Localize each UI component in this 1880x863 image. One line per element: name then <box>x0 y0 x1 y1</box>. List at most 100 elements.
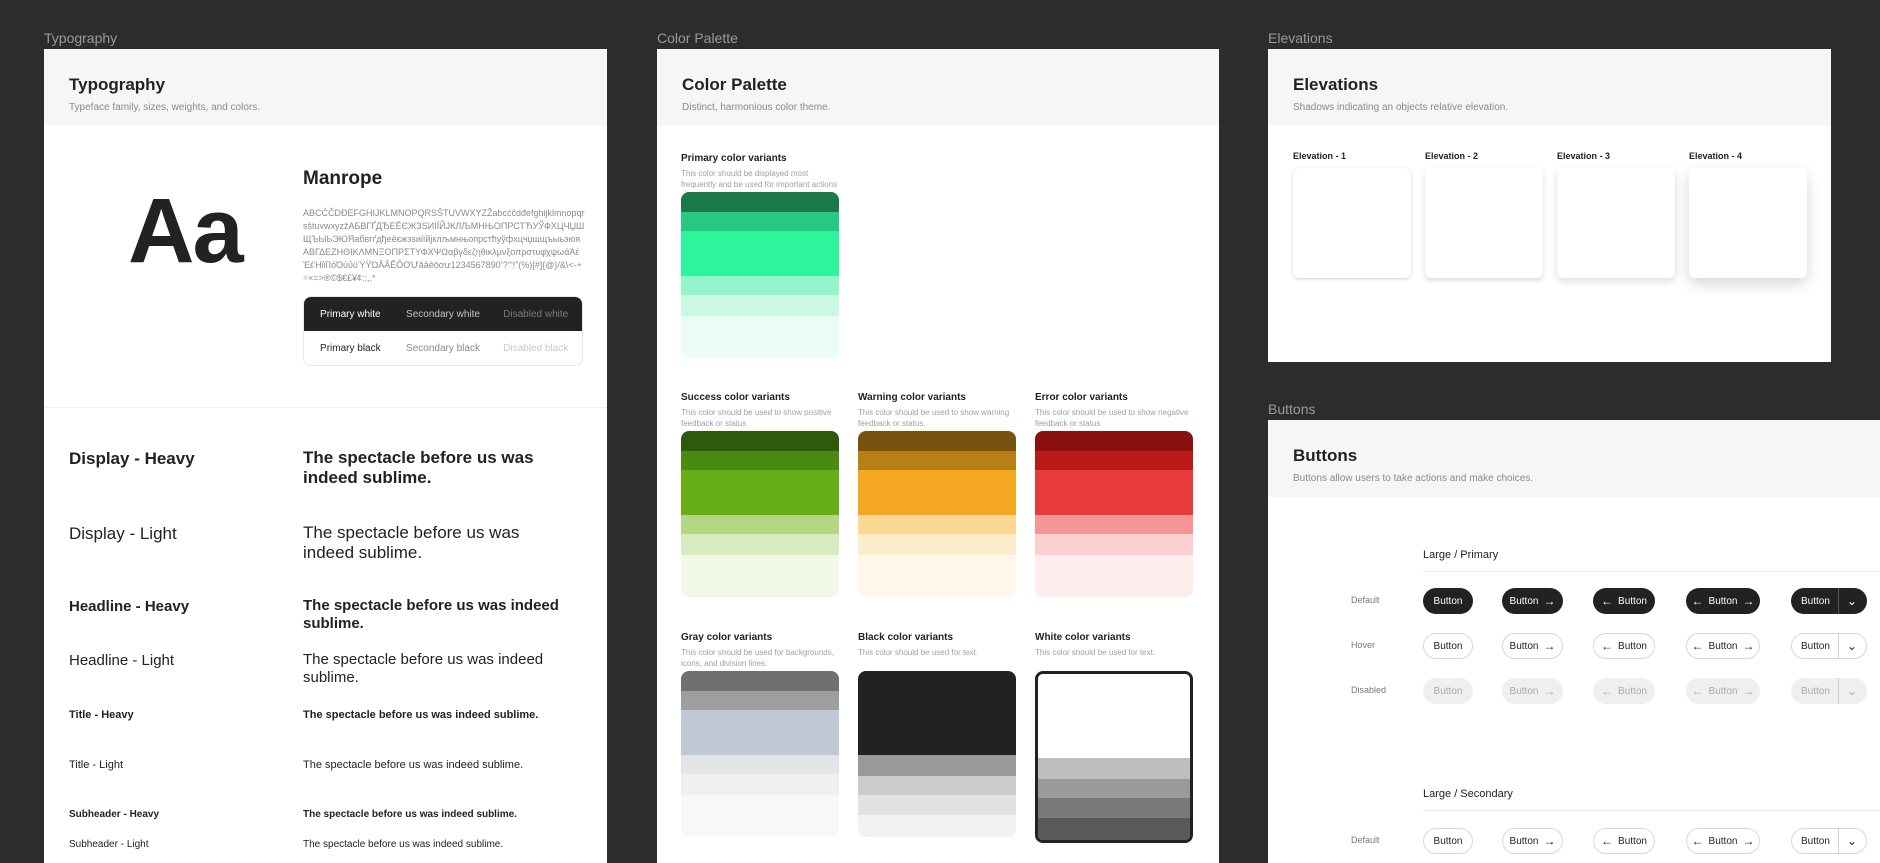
button-hover-leading-arrow[interactable]: ← Button <box>1593 633 1655 659</box>
chevron-down-icon: ⌄ <box>1846 834 1857 848</box>
button-hover-trailing-arrow[interactable]: Button → <box>1502 633 1563 659</box>
button-secondary-default[interactable]: Button <box>1423 828 1473 854</box>
elevation-card <box>1557 168 1675 278</box>
color-swatch <box>681 671 839 691</box>
disabled-white: Disabled white <box>503 308 569 320</box>
buttons-frame-label: Buttons <box>1268 401 1316 417</box>
arrow-right-icon: → <box>1543 639 1556 653</box>
button-primary-leading-arrow[interactable]: ← Button <box>1593 588 1655 614</box>
color-swatch <box>1035 451 1193 470</box>
color-swatch <box>858 815 1016 837</box>
button-primary-split[interactable]: Button ⌄ <box>1791 588 1867 614</box>
button-label: Button <box>1433 835 1463 847</box>
palette-group-title: Primary color variants <box>681 153 787 164</box>
button-primary-trailing-arrow[interactable]: Button → <box>1502 588 1563 614</box>
color-swatch <box>681 515 839 534</box>
button-secondary-split[interactable]: Button ⌄ <box>1791 828 1867 854</box>
palette-group-desc: This color should be used for background… <box>681 648 834 668</box>
color-stack <box>681 431 839 597</box>
elevations-header: Elevations Shadows indicating an objects… <box>1268 49 1831 126</box>
arrow-right-icon: → <box>1742 684 1755 698</box>
color-swatch <box>681 795 839 837</box>
color-swatch <box>858 795 1016 815</box>
disabled-black: Disabled black <box>503 342 569 354</box>
elevation-card <box>1425 168 1543 278</box>
button-secondary-trailing-arrow[interactable]: Button → <box>1502 828 1563 854</box>
glyph-set: ABCĆČDĐEFGHIJKLMNOPQRSŠTUVWXYZŽabcćčdđef… <box>303 208 585 283</box>
color-swatch <box>681 755 839 774</box>
type-style-sample: The spectacle before us was indeed subli… <box>303 651 544 686</box>
color-swatch <box>681 451 839 470</box>
color-swatch <box>1038 674 1190 714</box>
split-divider <box>1837 633 1839 659</box>
palette-group-title: Warning color variants <box>858 392 966 403</box>
button-disabled: Button <box>1423 678 1473 704</box>
palette-group-desc: This color should be displayed most freq… <box>681 169 838 189</box>
arrow-left-icon: ← <box>1691 834 1704 848</box>
palette-group-title: White color variants <box>1035 632 1131 643</box>
text-color-swatches: Primary white Secondary white Disabled w… <box>303 296 583 366</box>
button-label: Button <box>1708 835 1738 847</box>
button-label: Button <box>1618 835 1647 847</box>
secondary-white: Secondary white <box>406 308 480 320</box>
button-label: Button <box>1801 835 1830 847</box>
chevron-down-icon: ⌄ <box>1846 594 1857 608</box>
color-swatch <box>681 192 839 212</box>
button-secondary-both-arrows[interactable]: ← Button → <box>1686 828 1760 854</box>
button-hover-split[interactable]: Button ⌄ <box>1791 633 1867 659</box>
palette-group-white: White color variants This color should b… <box>1035 632 1193 843</box>
typography-title: Typography <box>69 75 166 94</box>
color-swatch <box>681 212 839 231</box>
color-palette-frame-label: Color Palette <box>657 30 738 46</box>
palette-group-desc: This color should be used for text. <box>858 648 979 657</box>
state-default: Default <box>1351 835 1380 845</box>
type-style-sample: The spectacle before us was indeed subli… <box>303 523 520 563</box>
typeface-sample: Aa <box>128 180 244 282</box>
palette-group-title: Error color variants <box>1035 392 1128 403</box>
buttons-title: Buttons <box>1293 446 1358 465</box>
primary-black: Primary black <box>320 342 381 354</box>
elevation-3: Elevation - 3 <box>1557 151 1675 278</box>
type-style-name: Subheader - Light <box>69 839 149 850</box>
type-style-sample: The spectacle before us was indeed subli… <box>303 839 504 850</box>
button-primary-both-arrows[interactable]: ← Button → <box>1686 588 1760 614</box>
color-swatch <box>1038 798 1190 818</box>
primary-white: Primary white <box>320 308 381 320</box>
type-style-name: Title - Light <box>69 759 124 771</box>
type-style-name: Subheader - Heavy <box>69 809 160 820</box>
type-style-sample: The spectacle before us was indeed subli… <box>303 709 539 721</box>
type-style-name: Title - Heavy <box>69 709 134 721</box>
button-label: Button <box>1618 640 1647 652</box>
palette-group-black: Black color variants This color should b… <box>858 632 1016 837</box>
arrow-right-icon: → <box>1742 834 1755 848</box>
font-name: Manrope <box>303 168 383 189</box>
palette-group-title: Success color variants <box>681 392 790 403</box>
palette-group-primary: Primary color variants This color should… <box>681 153 839 358</box>
color-swatch <box>681 431 839 451</box>
color-swatch <box>1035 431 1193 451</box>
button-label: Button <box>1433 685 1463 697</box>
palette-group-desc: This color should be used to show warnin… <box>858 408 1010 428</box>
color-swatch <box>1038 758 1190 779</box>
button-hover-both-arrows[interactable]: ← Button → <box>1686 633 1760 659</box>
button-primary-default[interactable]: Button <box>1423 588 1473 614</box>
color-swatch <box>858 470 1016 515</box>
button-secondary-leading-arrow[interactable]: ← Button <box>1593 828 1655 854</box>
dark-swatch-row: Primary white Secondary white Disabled w… <box>304 297 582 331</box>
typography-frame: Typography Typeface family, sizes, weigh… <box>44 49 607 863</box>
type-style-name: Display - Heavy <box>69 449 195 468</box>
button-hover[interactable]: Button <box>1423 633 1473 659</box>
palette-group-title: Gray color variants <box>681 632 773 643</box>
button-label: Button <box>1618 685 1647 697</box>
color-swatch <box>858 776 1016 795</box>
divider <box>1423 571 1880 572</box>
button-label: Button <box>1433 640 1463 652</box>
color-stack <box>681 192 839 358</box>
button-disabled-trailing-arrow: Button → <box>1502 678 1563 704</box>
color-palette-frame: Color Palette Distinct, harmonious color… <box>657 49 1219 863</box>
type-style-name: Headline - Heavy <box>69 598 190 615</box>
color-swatch <box>681 276 839 295</box>
palette-group-error: Error color variants This color should b… <box>1035 392 1193 597</box>
color-stack <box>858 671 1016 837</box>
button-label: Button <box>1708 595 1738 607</box>
